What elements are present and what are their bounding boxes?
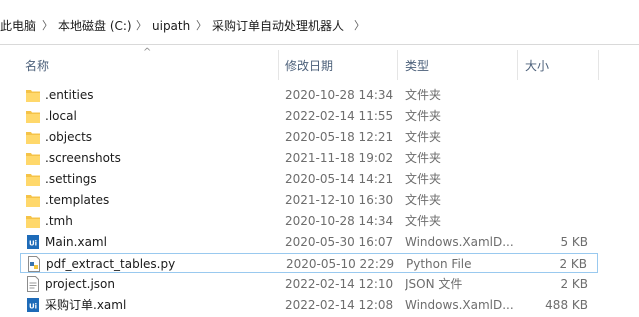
- file-size: 488 KB: [545, 298, 588, 312]
- column-divider[interactable]: [517, 50, 518, 80]
- column-header-type[interactable]: 类型: [405, 58, 429, 74]
- file-name: .entities: [45, 88, 94, 102]
- file-row[interactable]: .local 2022-02-14 11:55 文件夹: [20, 106, 598, 126]
- folder-icon: [26, 192, 40, 208]
- file-row[interactable]: .screenshots 2021-11-18 19:02 文件夹: [20, 148, 598, 168]
- file-name: .objects: [45, 130, 93, 144]
- column-divider[interactable]: [397, 50, 398, 80]
- file-size: 2 KB: [559, 257, 587, 271]
- folder-icon: [26, 150, 40, 166]
- file-name: Main.xaml: [45, 235, 107, 249]
- file-modified-date: 2020-10-28 14:34: [285, 88, 394, 102]
- file-type: Windows.XamlD...: [405, 235, 514, 249]
- folder-icon: [26, 213, 40, 229]
- svg-text:Ui: Ui: [29, 303, 37, 311]
- file-name: 采购订单.xaml: [45, 298, 127, 312]
- python-file-icon: [27, 256, 41, 272]
- column-header-size[interactable]: 大小: [525, 58, 549, 74]
- column-header-modified[interactable]: 修改日期: [285, 58, 333, 74]
- file-modified-date: 2020-05-10 22:29: [286, 257, 395, 271]
- json-file-icon: [26, 276, 40, 292]
- file-modified-date: 2022-02-14 12:10: [285, 277, 394, 291]
- file-row[interactable]: .objects 2020-05-18 12:21 文件夹: [20, 127, 598, 147]
- file-row[interactable]: .entities 2020-10-28 14:34 文件夹: [20, 85, 598, 105]
- file-type: Python File: [406, 257, 472, 271]
- breadcrumb-this-pc[interactable]: 此电脑: [0, 18, 36, 34]
- file-modified-date: 2020-05-14 14:21: [285, 172, 394, 186]
- xaml-file-icon: Ui: [26, 234, 40, 250]
- sort-ascending-icon: ^: [143, 47, 152, 58]
- address-bar[interactable]: 此电脑 〉 本地磁盘 (C:) 〉 uipath 〉 采购订单自动处理机器人 〉: [0, 0, 639, 45]
- file-name: .tmh: [45, 214, 73, 228]
- file-name: .screenshots: [45, 151, 121, 165]
- column-divider[interactable]: [278, 50, 279, 80]
- file-row[interactable]: .settings 2020-05-14 14:21 文件夹: [20, 169, 598, 189]
- file-row[interactable]: .tmh 2020-10-28 14:34 文件夹: [20, 211, 598, 231]
- chevron-right-icon[interactable]: 〉: [136, 18, 147, 34]
- breadcrumb-local-disk[interactable]: 本地磁盘 (C:): [58, 18, 132, 34]
- column-divider[interactable]: [598, 50, 599, 80]
- chevron-right-icon[interactable]: 〉: [196, 18, 207, 34]
- file-row[interactable]: Ui 采购订单.xaml 2022-02-14 12:08 Windows.XamlD…: [20, 295, 598, 315]
- file-name: .local: [45, 109, 77, 123]
- file-type: 文件夹: [405, 88, 442, 102]
- chevron-right-icon[interactable]: 〉: [354, 18, 365, 34]
- file-type: 文件夹: [405, 109, 442, 123]
- file-modified-date: 2020-05-30 16:07: [285, 235, 394, 249]
- folder-icon: [26, 171, 40, 187]
- file-size: 2 KB: [560, 277, 588, 291]
- file-modified-date: 2020-05-18 12:21: [285, 130, 394, 144]
- file-name: .settings: [45, 172, 97, 186]
- file-modified-date: 2021-12-10 16:30: [285, 193, 394, 207]
- file-type: 文件夹: [405, 214, 442, 228]
- file-row[interactable]: project.json 2022-02-14 12:10 JSON 文件 2 KB: [20, 274, 598, 294]
- chevron-right-icon[interactable]: 〉: [42, 18, 53, 34]
- folder-icon: [26, 108, 40, 124]
- file-type: 文件夹: [405, 193, 442, 207]
- file-name: project.json: [45, 277, 115, 291]
- file-row[interactable]: Ui Main.xaml 2020-05-30 16:07 Windows.XamlD…: [20, 232, 598, 252]
- file-type: 文件夹: [405, 172, 442, 186]
- folder-icon: [26, 87, 40, 103]
- breadcrumb-uipath[interactable]: uipath: [152, 18, 190, 34]
- svg-text:Ui: Ui: [29, 240, 37, 248]
- file-row[interactable]: .templates 2021-12-10 16:30 文件夹: [20, 190, 598, 210]
- file-modified-date: 2021-11-18 19:02: [285, 151, 394, 165]
- file-type: 文件夹: [405, 151, 442, 165]
- breadcrumb-current-folder[interactable]: 采购订单自动处理机器人: [212, 18, 344, 34]
- file-type: 文件夹: [405, 130, 442, 144]
- file-size: 5 KB: [560, 235, 588, 249]
- column-header-name[interactable]: 名称: [25, 58, 49, 74]
- file-type: Windows.XamlD...: [405, 298, 514, 312]
- file-row[interactable]: pdf_extract_tables.py 2020-05-10 22:29 Pyt…: [20, 253, 598, 273]
- file-name: pdf_extract_tables.py: [46, 257, 176, 271]
- file-modified-date: 2022-02-14 11:55: [285, 109, 394, 123]
- xaml-file-icon: Ui: [26, 297, 40, 313]
- folder-icon: [26, 129, 40, 145]
- file-modified-date: 2020-10-28 14:34: [285, 214, 394, 228]
- file-name: .templates: [45, 193, 110, 207]
- file-type: JSON 文件: [405, 277, 463, 291]
- file-modified-date: 2022-02-14 12:08: [285, 298, 394, 312]
